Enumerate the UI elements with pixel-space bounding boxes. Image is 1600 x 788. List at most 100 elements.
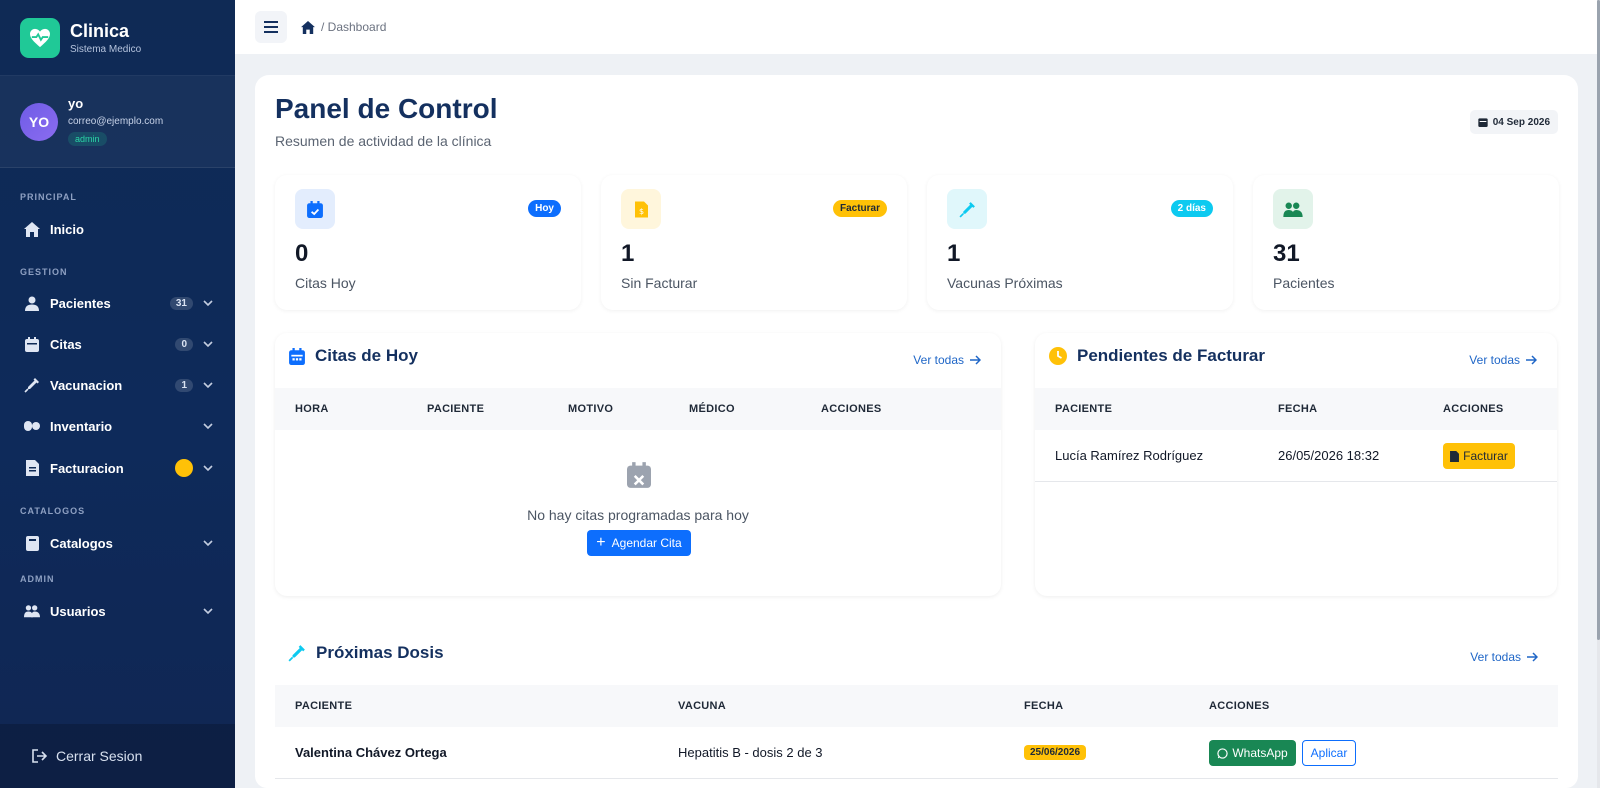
date-chip: 04 Sep 2026 [1469,110,1558,134]
facturar-button[interactable]: Facturar [1443,443,1515,469]
sidebar-item-inicio[interactable]: Inicio [0,209,235,249]
dashboard-main: Panel de Control Resumen de actividad de… [255,75,1578,788]
stat-value: 1 [621,240,635,267]
chevron-down-icon [203,540,213,547]
calendar-icon [289,347,305,365]
aplicar-button[interactable]: Aplicar [1302,740,1356,766]
agendar-cita-button[interactable]: + Agendar Cita [587,530,691,556]
column-header: MOTIVO [568,403,614,415]
calendar-x-icon [627,461,651,494]
pending-dot [175,459,193,477]
brand-subtitle: Sistema Medico [70,43,142,55]
column-header: PACIENTE [427,403,485,415]
arrow-right-icon [1526,355,1537,365]
invoice-icon [24,460,40,476]
stat-badge: Facturar [832,200,887,217]
sidebar-item-facturacion[interactable]: Facturacion [0,448,235,488]
column-header: ACCIONES [1443,403,1504,415]
hamburger-icon [264,21,278,33]
ver-todas-dosis-link[interactable]: Ver todas [1470,650,1538,664]
column-header: ACCIONES [1209,700,1270,712]
calendar-icon [24,336,40,352]
chevron-down-icon [203,608,213,615]
column-header: PACIENTE [1055,403,1113,415]
stat-card-vacunas[interactable]: 2 días 1 Vacunas Próximas [927,175,1233,310]
chevron-down-icon [203,423,213,430]
invoice-dollar-icon: $ [621,189,661,229]
vacuna-cell: Hepatitis B - dosis 2 de 3 [678,745,823,760]
section-principal: PRINCIPAL [20,192,77,202]
button-label: WhatsApp [1232,746,1288,760]
page-title: Panel de Control [275,93,498,124]
column-header: ACCIONES [821,403,882,415]
button-label: Agendar Cita [611,536,682,550]
stat-badge: 2 días [1170,200,1213,217]
panel-title-text: Pendientes de Facturar [1077,346,1266,365]
count-badge: 0 [175,337,193,351]
clock-icon [1049,347,1067,365]
column-header: PACIENTE [295,700,353,712]
link-text: Ver todas [1469,353,1520,367]
users-icon [1273,189,1313,229]
brand[interactable]: Clinica Sistema Medico [0,0,235,76]
sidebar-item-label: Citas [50,336,82,352]
table-header: HORA PACIENTE MOTIVO MÉDICO ACCIONES [275,388,1001,430]
ver-todas-citas-link[interactable]: Ver todas [913,353,981,367]
sidebar-item-catalogos[interactable]: Catalogos [0,523,235,563]
chevron-down-icon [203,465,213,472]
section-catalogos: CATALOGOS [20,506,86,516]
home-icon [24,221,40,237]
sidebar: Clinica Sistema Medico YO yo correo@ejem… [0,0,235,788]
stat-label: Sin Facturar [621,275,698,291]
plus-icon: + [596,534,606,551]
home-icon[interactable] [301,20,315,34]
whatsapp-button[interactable]: WhatsApp [1209,740,1296,766]
pills-icon [24,418,40,434]
sidebar-item-label: Facturacion [50,460,124,476]
sidebar-item-usuarios[interactable]: Usuarios [0,591,235,631]
logout-button[interactable]: Cerrar Sesion [0,724,235,788]
sidebar-item-label: Inicio [50,221,84,237]
empty-state-text: No hay citas programadas para hoy [527,507,749,523]
column-header: FECHA [1024,700,1064,712]
paciente-cell: Valentina Chávez Ortega [295,745,447,760]
pendientes-facturar-panel: Pendientes de Facturar Ver todas PACIENT… [1035,333,1557,596]
user-icon [24,295,40,311]
section-gestion: GESTION [20,267,68,277]
syringe-icon [24,377,40,393]
sidebar-item-citas[interactable]: Citas 0 [0,324,235,364]
invoice-icon [1450,450,1460,462]
user-profile[interactable]: YO yo correo@ejemplo.com admin [0,76,235,168]
menu-toggle-button[interactable] [255,11,287,43]
breadcrumb: / Dashboard [301,20,386,34]
stat-badge: Hoy [528,200,561,217]
table-row[interactable]: Lucía Ramírez Rodríguez 26/05/2026 18:32… [1035,430,1557,482]
column-header: FECHA [1278,403,1318,415]
stat-label: Pacientes [1273,275,1335,291]
syringe-icon [947,189,987,229]
page-subtitle: Resumen de actividad de la clínica [275,133,492,149]
column-header: VACUNA [678,700,727,712]
user-role-badge: admin [68,132,107,146]
sidebar-item-label: Usuarios [50,603,106,619]
brand-title: Clinica [70,20,130,41]
heart-pulse-icon [20,17,60,58]
stat-card-pacientes[interactable]: 31 Pacientes [1253,175,1559,310]
sidebar-item-inventario[interactable]: Inventario [0,406,235,446]
column-header: MÉDICO [689,403,735,415]
stat-card-sin-facturar[interactable]: $ Facturar 1 Sin Facturar [601,175,907,310]
table-row[interactable]: Valentina Chávez Ortega Hepatitis B - do… [275,727,1558,779]
stat-card-citas-hoy[interactable]: Hoy 0 Citas Hoy [275,175,581,310]
link-text: Ver todas [1470,650,1521,664]
ver-todas-pendientes-link[interactable]: Ver todas [1469,353,1537,367]
count-badge: 1 [175,378,193,392]
panel-title-text: Citas de Hoy [315,346,418,365]
proximas-dosis-panel: Próximas Dosis Ver todas PACIENTE VACUNA… [255,630,1578,788]
sidebar-item-pacientes[interactable]: Pacientes 31 [0,283,235,323]
sidebar-item-vacunacion[interactable]: Vacunacion 1 [0,365,235,405]
breadcrumb-current: / Dashboard [321,20,387,34]
current-date: 04 Sep 2026 [1492,116,1550,128]
button-label: Aplicar [1310,746,1348,760]
panel-title: Citas de Hoy [289,346,418,366]
logout-icon [32,749,47,763]
